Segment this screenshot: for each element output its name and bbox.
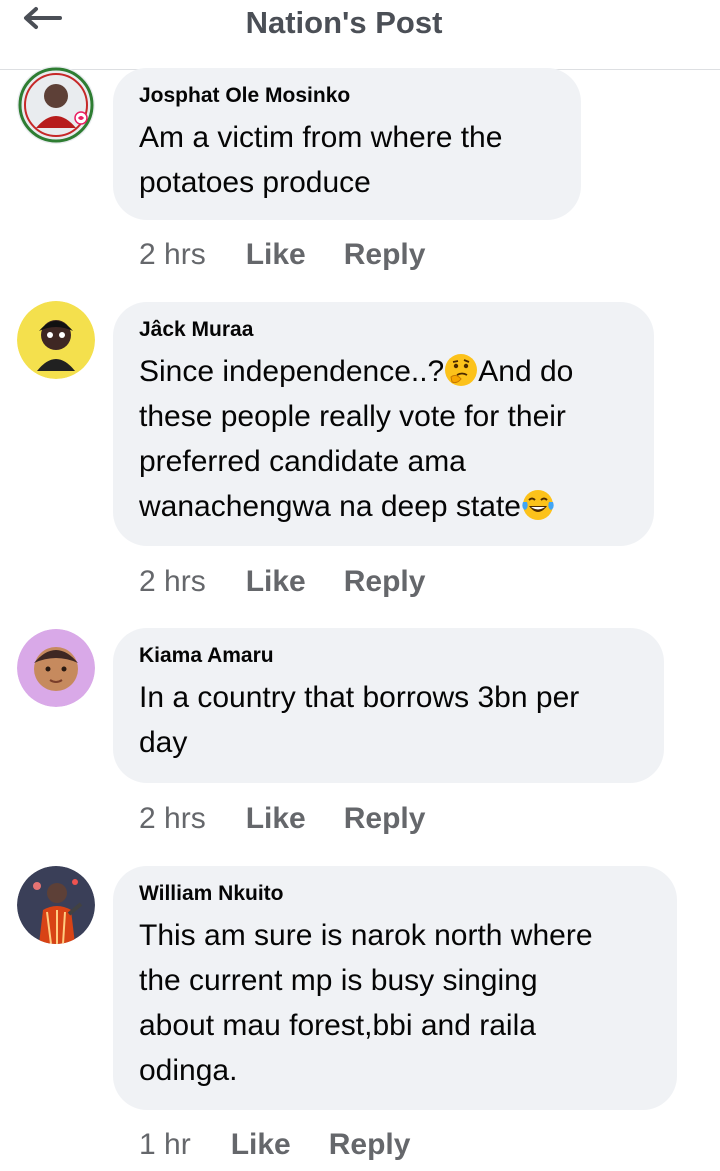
like-button[interactable]: Like: [231, 1125, 291, 1165]
avatar[interactable]: [17, 629, 95, 707]
page-title: Nation's Post: [245, 5, 443, 40]
reply-button[interactable]: Reply: [344, 562, 426, 602]
like-button[interactable]: Like: [246, 235, 306, 275]
tears-of-joy-emoji: [522, 490, 554, 520]
reply-button[interactable]: Reply: [344, 799, 426, 839]
reply-button[interactable]: Reply: [344, 235, 426, 275]
comment-bubble: Josphat Ole Mosinko Am a victim from whe…: [113, 68, 581, 220]
comment-text: Am a victim from where the potatoes prod…: [139, 121, 503, 199]
comment-bubble: Kiama Amaru In a country that borrows 3b…: [113, 628, 664, 783]
comment-actions: 2 hrs Like Reply: [139, 235, 425, 275]
comment-author[interactable]: Kiama Amaru: [139, 642, 638, 670]
comment-actions: 2 hrs Like Reply: [139, 799, 425, 839]
comment-time[interactable]: 2 hrs: [139, 799, 206, 839]
comment-bubble: Jâck Muraa Since independence..? And do t…: [113, 302, 654, 546]
avatar[interactable]: [17, 301, 95, 379]
thinking-face-emoji: [445, 354, 478, 386]
comment-time[interactable]: 2 hrs: [139, 235, 206, 275]
comment-time[interactable]: 1 hr: [139, 1125, 191, 1165]
reply-button[interactable]: Reply: [329, 1125, 411, 1165]
like-button[interactable]: Like: [246, 799, 306, 839]
comment-actions: 1 hr Like Reply: [139, 1125, 410, 1165]
comment-text: Since independence..? And do these people…: [139, 349, 628, 529]
comment-author[interactable]: Josphat Ole Mosinko: [139, 82, 555, 110]
comment-text-part: Since independence..?: [139, 355, 445, 388]
comment-time[interactable]: 2 hrs: [139, 562, 206, 602]
comment-text: In a country that borrows 3bn per day: [139, 681, 580, 759]
avatar[interactable]: [17, 66, 95, 144]
comment-author[interactable]: Jâck Muraa: [139, 316, 628, 344]
like-button[interactable]: Like: [246, 562, 306, 602]
top-bar: Nation's Post: [0, 0, 720, 70]
comment-bubble: William Nkuito This am sure is narok nor…: [113, 866, 677, 1110]
comment-text: This am sure is narok north where the cu…: [139, 919, 593, 1087]
avatar[interactable]: [17, 866, 95, 944]
comment-author[interactable]: William Nkuito: [139, 880, 651, 908]
comment-actions: 2 hrs Like Reply: [139, 562, 425, 602]
